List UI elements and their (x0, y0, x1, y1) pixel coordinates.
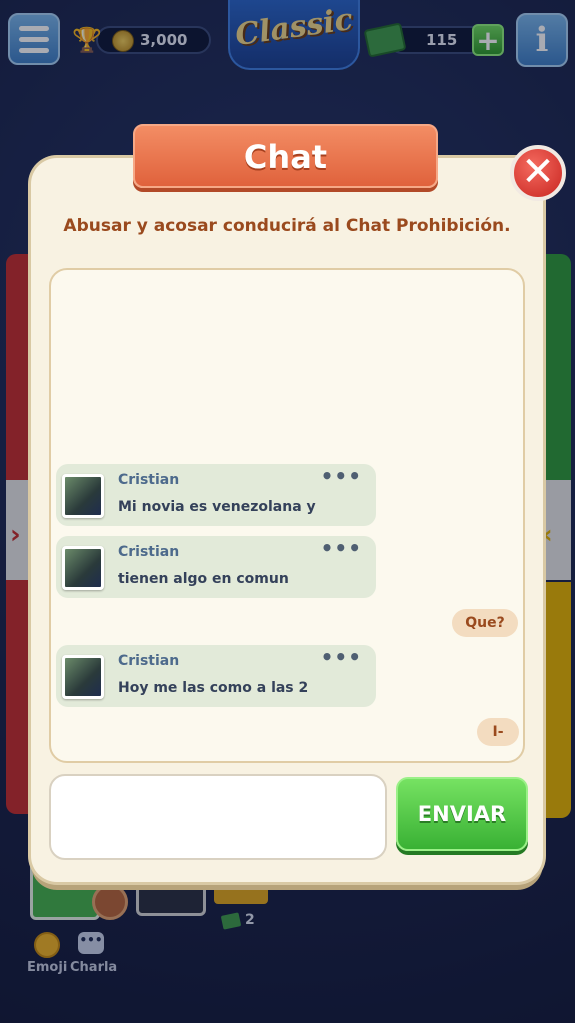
message-sender: Cristian (118, 472, 180, 488)
send-button[interactable]: ENVIAR (396, 777, 528, 851)
chat-message: Cristian tienen algo en comun ••• (56, 536, 376, 598)
own-message: I- (477, 718, 519, 746)
chat-warning: Abusar y acosar conducirá al Chat Prohib… (63, 216, 511, 236)
own-message: Que? (452, 609, 518, 637)
close-button[interactable]: ✕ (510, 145, 566, 201)
chat-input[interactable] (49, 774, 387, 860)
message-sender: Cristian (118, 544, 180, 560)
avatar[interactable] (62, 474, 104, 518)
chat-message: Cristian Mi novia es venezolana y ••• (56, 464, 376, 526)
avatar[interactable] (62, 546, 104, 590)
modal-title: Chat (133, 124, 438, 188)
chat-message: Cristian Hoy me las como a las 2 ••• (56, 645, 376, 707)
more-options-icon[interactable]: ••• (321, 645, 362, 669)
message-text: Hoy me las como a las 2 (118, 680, 309, 696)
message-text: tienen algo en comun (118, 571, 289, 587)
message-text: Mi novia es venezolana y (118, 499, 316, 515)
avatar[interactable] (62, 655, 104, 699)
message-sender: Cristian (118, 653, 180, 669)
more-options-icon[interactable]: ••• (321, 536, 362, 560)
more-options-icon[interactable]: ••• (321, 464, 362, 488)
